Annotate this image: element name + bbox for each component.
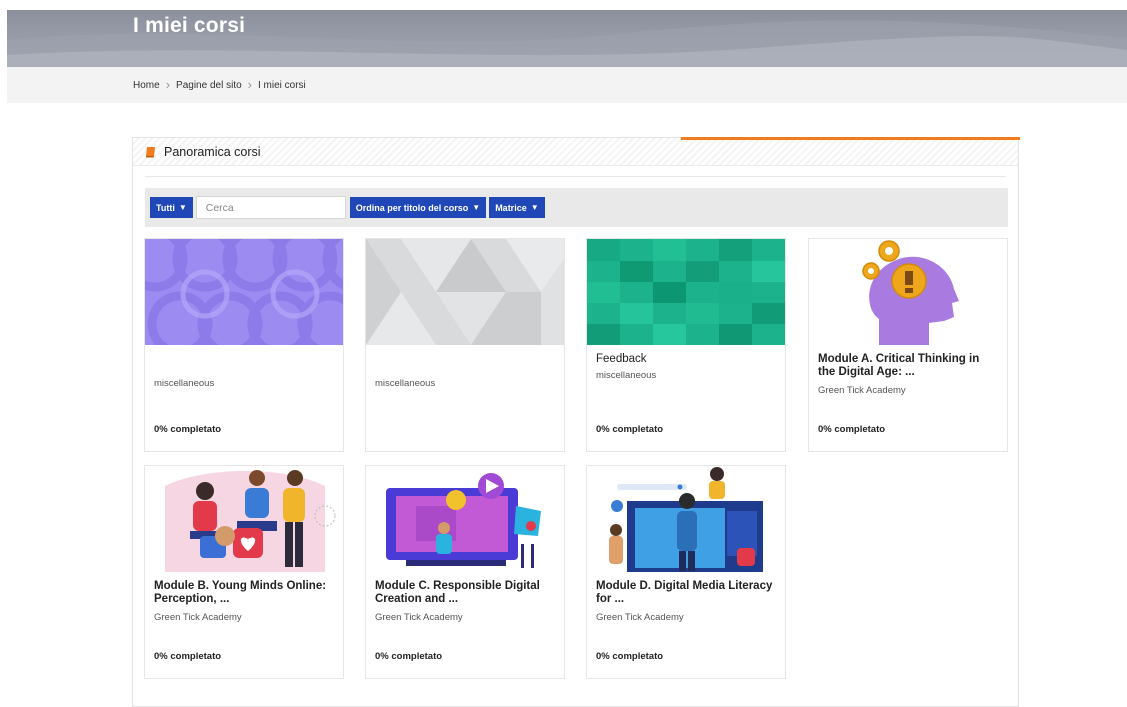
breadcrumb-site-pages[interactable]: Pagine del sito xyxy=(176,80,242,91)
course-card[interactable]: Module A. Critical Thinking in the Digit… xyxy=(808,238,1008,452)
course-category: miscellaneous xyxy=(375,378,436,389)
course-card-body: Module D. Digital Media Literacy for ...… xyxy=(587,572,785,678)
view-dropdown[interactable]: Matrice ▼ xyxy=(489,197,545,218)
course-card[interactable]: Module D. Digital Media Literacy for ...… xyxy=(586,465,786,679)
breadcrumb: Home › Pagine del sito › I miei corsi xyxy=(7,67,1127,103)
course-category: miscellaneous xyxy=(154,378,215,389)
course-image[interactable] xyxy=(587,466,785,572)
filter-bar: Tutti ▼ Ordina per titolo del corso ▼ Ma… xyxy=(145,188,1008,227)
grouping-dropdown-label: Tutti xyxy=(156,202,175,213)
course-card[interactable]: Module C. Responsible Digital Creation a… xyxy=(365,465,565,679)
course-card[interactable]: Module B. Young Minds Online: Perception… xyxy=(144,465,344,679)
course-category: Green Tick Academy xyxy=(375,612,463,623)
grouping-dropdown[interactable]: Tutti ▼ xyxy=(150,197,193,218)
course-card-body: miscellaneous xyxy=(366,345,564,451)
course-image[interactable] xyxy=(366,466,564,572)
chevron-right-icon: › xyxy=(165,77,171,92)
course-card-body: Feedback miscellaneous 0% completato xyxy=(587,345,785,451)
course-image[interactable] xyxy=(145,239,343,345)
breadcrumb-home[interactable]: Home xyxy=(133,80,160,91)
course-name[interactable]: Module C. Responsible Digital Creation a… xyxy=(375,580,556,606)
course-progress: 0% completato xyxy=(154,651,222,662)
book-icon xyxy=(146,146,155,157)
course-card-body: Module B. Young Minds Online: Perception… xyxy=(145,572,343,678)
course-category: Green Tick Academy xyxy=(154,612,242,623)
course-card-body: Module A. Critical Thinking in the Digit… xyxy=(809,345,1007,451)
course-card[interactable]: miscellaneous xyxy=(365,238,565,452)
course-name[interactable]: Module B. Young Minds Online: Perception… xyxy=(154,580,335,606)
panel-accent-bar xyxy=(681,137,1020,140)
course-category: miscellaneous xyxy=(596,370,657,381)
divider xyxy=(145,176,1006,177)
chevron-down-icon: ▼ xyxy=(178,203,187,212)
chevron-right-icon: › xyxy=(247,77,252,92)
course-card[interactable]: Feedback miscellaneous 0% completato xyxy=(586,238,786,452)
course-name[interactable]: Module D. Digital Media Literacy for ... xyxy=(596,580,777,606)
course-category: Green Tick Academy xyxy=(818,385,906,396)
page-title: I miei corsi xyxy=(133,14,246,37)
course-card-body: miscellaneous 0% completato xyxy=(145,345,343,451)
course-image[interactable] xyxy=(809,239,1007,345)
course-progress: 0% completato xyxy=(818,424,886,435)
course-card[interactable]: miscellaneous 0% completato xyxy=(144,238,344,452)
course-progress: 0% completato xyxy=(596,651,664,662)
page-header: I miei corsi xyxy=(7,10,1127,67)
sort-dropdown[interactable]: Ordina per titolo del corso ▼ xyxy=(349,197,487,218)
breadcrumb-current: I miei corsi xyxy=(257,79,306,91)
course-category: Green Tick Academy xyxy=(596,612,684,623)
panel-header: Panoramica corsi xyxy=(133,138,1018,166)
course-name[interactable]: Module A. Critical Thinking in the Digit… xyxy=(818,353,999,379)
sort-dropdown-label: Ordina per titolo del corso xyxy=(355,202,469,213)
course-image[interactable] xyxy=(366,239,564,345)
course-name[interactable]: Feedback xyxy=(596,353,777,366)
search-input[interactable] xyxy=(195,196,346,219)
course-progress: 0% completato xyxy=(375,651,443,662)
course-progress: 0% completato xyxy=(596,424,664,435)
course-image[interactable] xyxy=(587,239,785,345)
course-progress: 0% completato xyxy=(154,424,222,435)
course-image[interactable] xyxy=(145,466,343,572)
chevron-down-icon: ▼ xyxy=(530,203,539,212)
chevron-down-icon: ▼ xyxy=(472,203,481,212)
view-dropdown-label: Matrice xyxy=(495,202,527,213)
course-card-body: Module C. Responsible Digital Creation a… xyxy=(366,572,564,678)
panel-title: Panoramica corsi xyxy=(164,144,261,159)
